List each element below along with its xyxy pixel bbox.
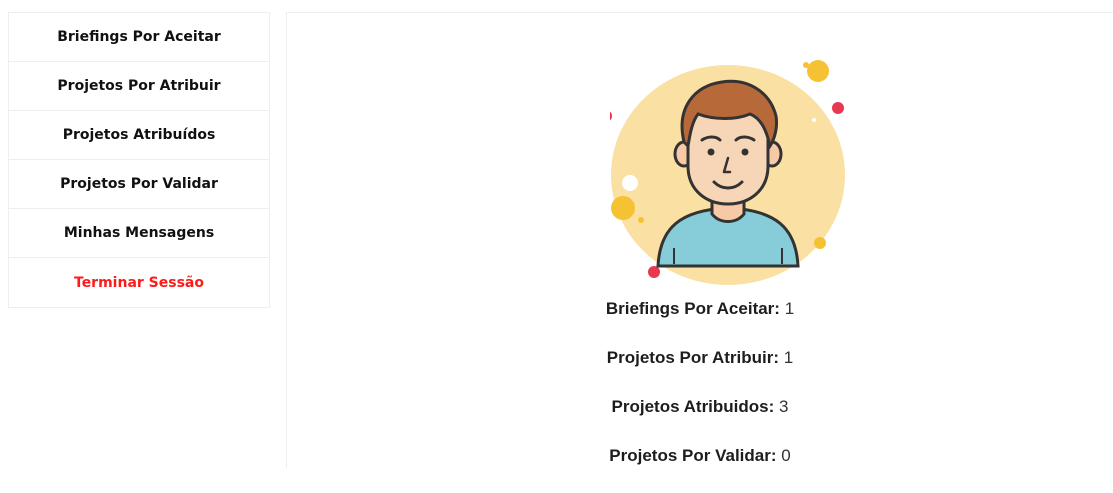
stat-label: Briefings Por Aceitar:	[605, 299, 780, 318]
stat-value: 3	[779, 397, 789, 416]
stat-value: 1	[783, 348, 794, 367]
user-avatar-icon	[610, 60, 845, 285]
stat-projetos-atribuidos: Projetos Atribuidos: 3	[287, 395, 1113, 419]
stat-label: Projetos Por Validar:	[609, 446, 777, 465]
sidebar-item-projetos-atribuidos[interactable]: Projetos Atribuídos	[9, 111, 269, 160]
sidebar-menu: Briefings Por Aceitar Projetos Por Atrib…	[8, 12, 270, 308]
stat-label: Projetos Atribuidos:	[611, 397, 775, 416]
stats-list: Briefings Por Aceitar: 1 Projetos Por At…	[287, 297, 1113, 493]
dashboard-panel: Briefings Por Aceitar: 1 Projetos Por At…	[286, 12, 1113, 468]
sidebar-item-projetos-por-validar[interactable]: Projetos Por Validar	[9, 160, 269, 209]
stat-projetos-por-validar: Projetos Por Validar: 0	[287, 444, 1113, 468]
stat-value: 1	[784, 299, 795, 318]
stat-projetos-por-atribuir: Projetos Por Atribuir: 1	[287, 346, 1113, 370]
sidebar-item-projetos-por-atribuir[interactable]: Projetos Por Atribuir	[9, 62, 269, 111]
sidebar-item-briefings-por-aceitar[interactable]: Briefings Por Aceitar	[9, 13, 269, 62]
stat-value: 0	[781, 446, 791, 465]
logout-button[interactable]: Terminar Sessão	[9, 258, 269, 307]
sidebar-item-minhas-mensagens[interactable]: Minhas Mensagens	[9, 209, 269, 258]
stat-label: Projetos Por Atribuir:	[606, 348, 779, 367]
stat-briefings-por-aceitar: Briefings Por Aceitar: 1	[287, 297, 1113, 321]
